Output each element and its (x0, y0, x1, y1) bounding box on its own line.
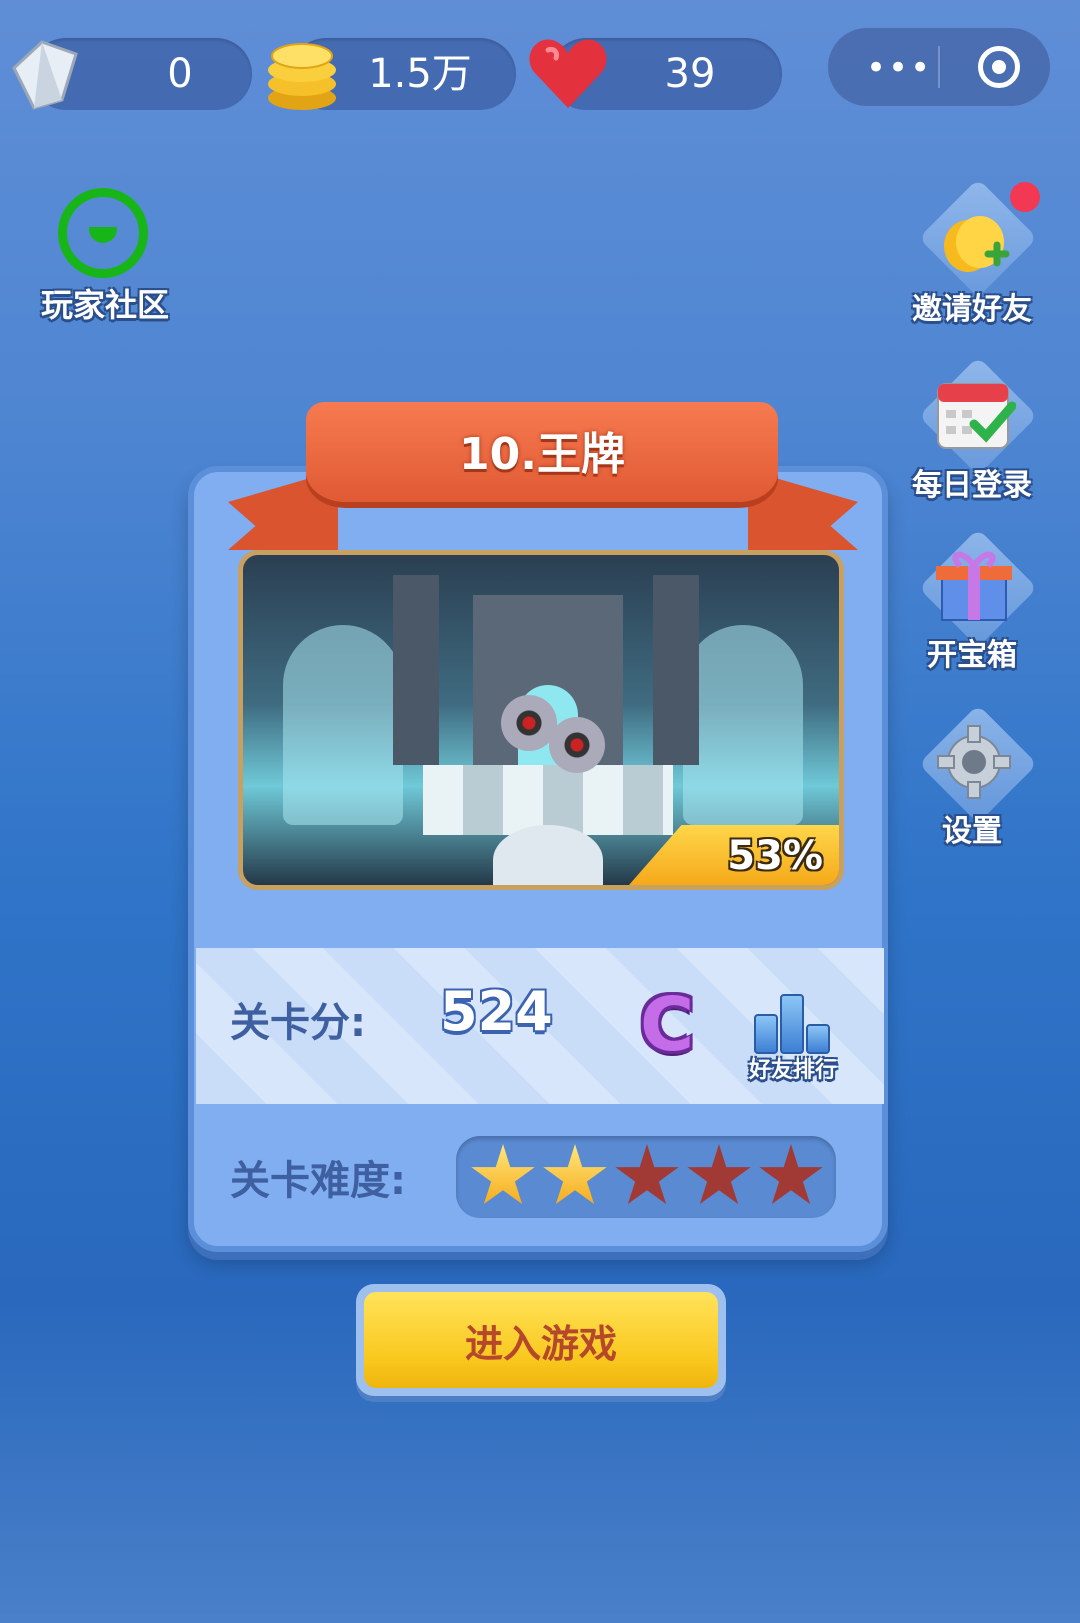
settings-button[interactable]: 设置 (900, 704, 1040, 849)
podium-1 (780, 994, 804, 1054)
community-icon[interactable] (58, 188, 148, 278)
skull-figure (493, 825, 603, 885)
diamond-count: 0 (167, 51, 193, 97)
star-empty-icon (687, 1144, 751, 1205)
progress-percent: 53% (727, 833, 823, 879)
capsule-divider (938, 46, 940, 88)
notification-dot (1010, 182, 1040, 212)
star-filled-icon (471, 1144, 535, 1205)
difficulty-stars (456, 1136, 836, 1218)
enter-game-button[interactable]: 进入游戏 (356, 1284, 726, 1396)
friend-ranking-label[interactable]: 好友排行 (738, 1052, 848, 1084)
gear-icon (937, 725, 1011, 799)
star-filled-icon (543, 1144, 607, 1205)
score-value: 524 (440, 980, 553, 1043)
more-menu-button[interactable]: ••• (866, 48, 932, 88)
settings-label: 设置 (942, 814, 1002, 849)
gift-box-icon (936, 551, 1012, 621)
score-label: 关卡分: (230, 1000, 366, 1046)
saw-blade-icon (549, 717, 605, 773)
mini-program-capsule: ••• (828, 28, 1050, 106)
tower-left (393, 575, 439, 765)
invite-friends-button[interactable]: 邀请好友 (900, 178, 1040, 327)
heart-icon (528, 36, 608, 112)
ghost-figure-right (683, 625, 803, 825)
enter-game-label: 进入游戏 (364, 1292, 718, 1388)
coin-count: 1.5万 (368, 51, 472, 97)
diamond-icon (4, 38, 82, 110)
difficulty-label: 关卡难度: (230, 1158, 406, 1204)
coins-plus-icon (944, 216, 1010, 272)
level-preview-image[interactable]: 53% (238, 550, 844, 890)
star-empty-icon (615, 1144, 679, 1205)
close-target-icon[interactable] (978, 46, 1020, 88)
level-title: 10.王牌 (459, 429, 625, 480)
podium-2 (754, 1014, 778, 1054)
open-chest-label: 开宝箱 (927, 638, 1017, 673)
tower-right (653, 575, 699, 765)
calendar-check-icon (937, 383, 1016, 449)
invite-friends-label: 邀请好友 (912, 292, 1032, 327)
ghost-figure-left (283, 625, 403, 825)
star-empty-icon (759, 1144, 823, 1205)
open-chest-button[interactable]: 开宝箱 (900, 528, 1040, 673)
podium-3 (806, 1024, 830, 1054)
community-label[interactable]: 玩家社区 (30, 280, 180, 326)
daily-login-button[interactable]: 每日登录 (900, 356, 1040, 503)
grade-badge: C (640, 982, 695, 1068)
coin-stack-icon (264, 38, 340, 114)
daily-login-label: 每日登录 (912, 468, 1032, 503)
heart-count: 39 (664, 51, 716, 97)
community-icon-mouth (89, 227, 117, 243)
